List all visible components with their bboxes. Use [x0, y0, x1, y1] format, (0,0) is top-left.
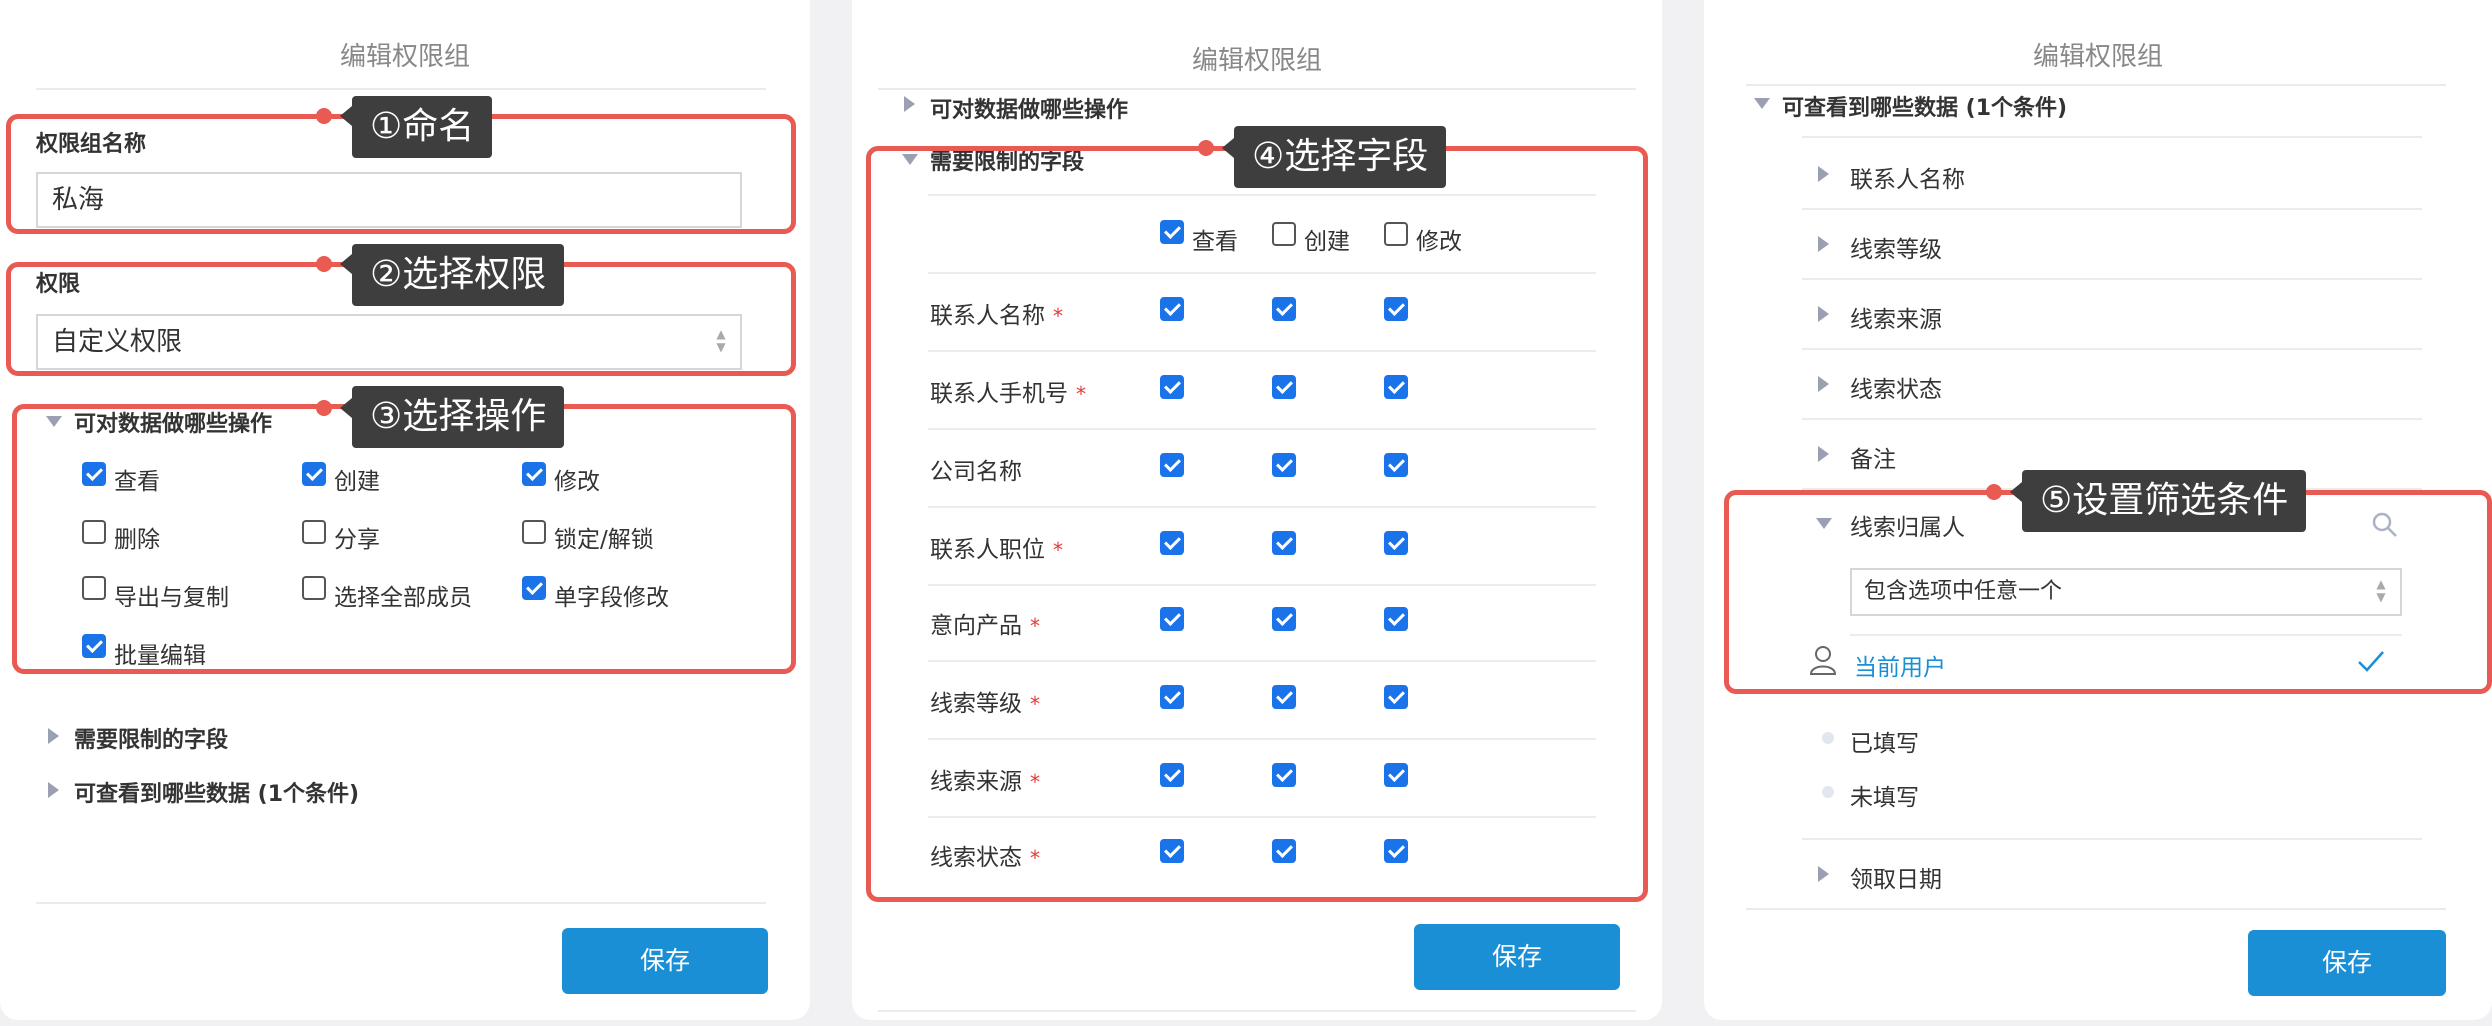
- callout-notch: [340, 254, 352, 274]
- callout-step-4: ④选择字段: [1234, 126, 1447, 188]
- callout-step-2: ②选择权限: [352, 244, 565, 306]
- expand-right-icon[interactable]: [48, 782, 59, 798]
- callout-step-1: ①命名: [352, 96, 493, 158]
- callout-dot: [1986, 484, 2002, 500]
- expand-right-icon[interactable]: [48, 728, 59, 744]
- divider: [36, 88, 766, 90]
- divider: [36, 902, 766, 904]
- callout-dot: [1198, 140, 1214, 156]
- callout-dot: [316, 256, 332, 272]
- unfilled-option[interactable]: 未填写: [1850, 778, 1919, 812]
- row-divider: [1802, 136, 2422, 138]
- row-divider: [1802, 208, 2422, 210]
- filter-item-date[interactable]: 领取日期: [1850, 860, 1942, 894]
- filter-item[interactable]: 线索等级: [1850, 230, 1942, 264]
- row-divider: [1802, 418, 2422, 420]
- callout-step-3: ③选择操作: [352, 386, 565, 448]
- filter-item[interactable]: 线索状态: [1850, 370, 1942, 404]
- bullet-icon: [1822, 732, 1834, 744]
- data-section-header[interactable]: 可查看到哪些数据 (1个条件): [1782, 90, 2067, 122]
- save-button[interactable]: 保存: [1414, 924, 1620, 990]
- save-button[interactable]: 保存: [2248, 930, 2446, 996]
- divider: [1746, 84, 2446, 86]
- bullet-icon: [1822, 786, 1834, 798]
- row-divider: [1802, 348, 2422, 350]
- filter-item[interactable]: 备注: [1850, 440, 1896, 474]
- expand-right-icon[interactable]: [1818, 166, 1829, 182]
- highlight-box-fields: [866, 146, 1648, 902]
- panel-title: 编辑权限组: [339, 42, 470, 72]
- callout-dot: [316, 400, 332, 416]
- filter-item[interactable]: 线索来源: [1850, 300, 1942, 334]
- callout-notch: [340, 106, 352, 126]
- expand-right-icon[interactable]: [1818, 446, 1829, 462]
- expand-right-icon[interactable]: [1818, 306, 1829, 322]
- panel-title: 编辑权限组: [1191, 46, 1322, 76]
- collapse-down-icon[interactable]: [1754, 98, 1770, 109]
- row-divider: [1802, 278, 2422, 280]
- data-section-header[interactable]: 可查看到哪些数据 (1个条件): [74, 776, 359, 808]
- callout-notch: [340, 398, 352, 418]
- row-divider: [1802, 838, 2422, 840]
- edit-permission-panel-name: 编辑权限组 权限组名称 私海 权限 自定义权限 ▲ ▼ 可对数据做哪些操作 查看 …: [0, 0, 810, 1020]
- expand-right-icon[interactable]: [904, 96, 915, 112]
- ops-section-header[interactable]: 可对数据做哪些操作: [930, 92, 1128, 124]
- callout-dot: [316, 108, 332, 124]
- filled-option[interactable]: 已填写: [1850, 724, 1919, 758]
- edit-permission-panel-fields: 编辑权限组 可对数据做哪些操作 需要限制的字段 查看 创建 修改 联系人名称 * …: [852, 0, 1662, 1020]
- expand-right-icon[interactable]: [1818, 236, 1829, 252]
- filter-item[interactable]: 联系人名称: [1850, 160, 1965, 194]
- divider: [1746, 908, 2446, 910]
- edit-permission-panel-filter: 编辑权限组 可查看到哪些数据 (1个条件) 联系人名称 线索等级 线索来源 线索…: [1704, 0, 2492, 1020]
- panel-title: 编辑权限组: [2032, 42, 2163, 72]
- expand-right-icon[interactable]: [1818, 376, 1829, 392]
- expand-right-icon[interactable]: [1818, 866, 1829, 882]
- save-button[interactable]: 保存: [562, 928, 768, 994]
- divider: [878, 1010, 1636, 1012]
- callout-step-5: ⑤设置筛选条件: [2022, 470, 2307, 532]
- callout-notch: [2010, 482, 2022, 502]
- divider: [878, 88, 1636, 90]
- fields-section-header[interactable]: 需要限制的字段: [74, 722, 228, 754]
- callout-notch: [1222, 138, 1234, 158]
